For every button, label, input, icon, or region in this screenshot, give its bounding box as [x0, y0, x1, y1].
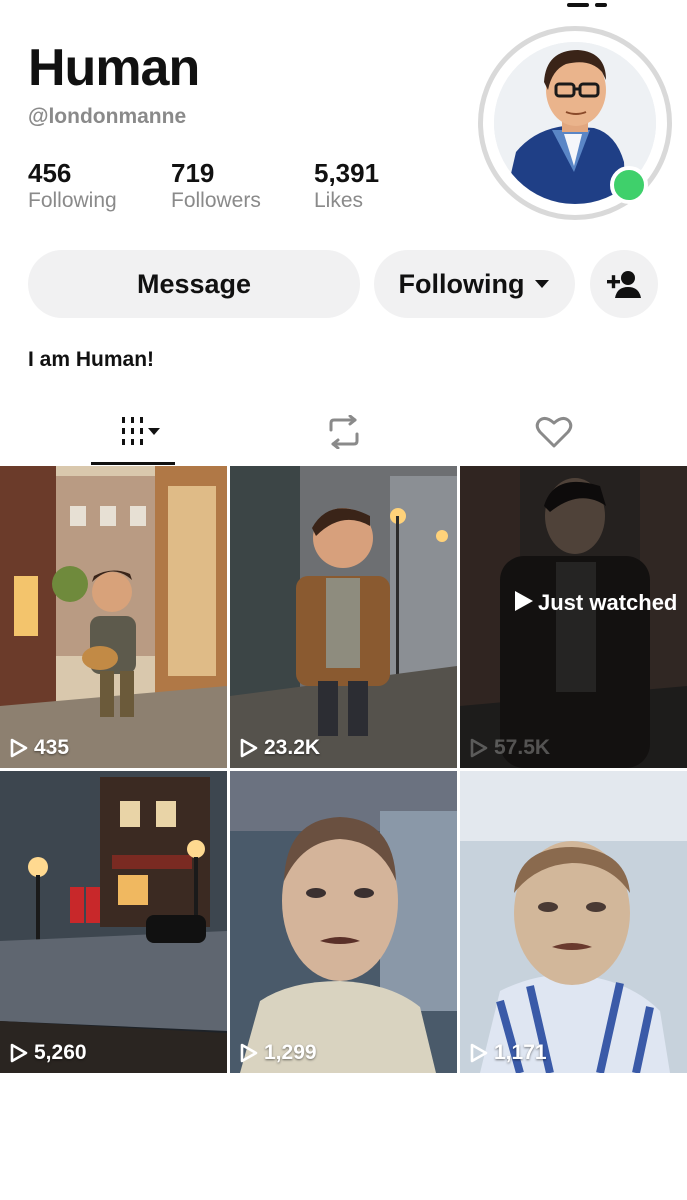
stat-value: 456 — [28, 158, 72, 188]
stat-label: Followers — [171, 189, 261, 212]
repost-icon — [329, 415, 359, 449]
view-count: 5,260 — [10, 1041, 87, 1065]
video-thumbnail[interactable]: 1,299 — [230, 771, 457, 1073]
active-tab-indicator — [91, 462, 175, 465]
stat-value: 5,391 — [314, 158, 380, 188]
view-count: 1,299 — [240, 1041, 317, 1065]
tab-liked[interactable] — [512, 410, 596, 454]
following-dropdown-button[interactable]: Following — [374, 250, 575, 318]
play-outline-icon — [470, 1043, 488, 1063]
stat-value: 719 — [171, 158, 215, 188]
play-outline-icon — [240, 1043, 258, 1063]
view-count: 57.5K — [470, 736, 550, 760]
play-outline-icon — [10, 738, 28, 758]
view-count: 1,171 — [470, 1041, 547, 1065]
online-status-dot — [610, 166, 648, 204]
message-button-label: Message — [136, 268, 252, 299]
video-thumbnail[interactable]: 435 — [0, 466, 227, 768]
play-outline-icon — [10, 1043, 28, 1063]
profile-name: Human — [28, 39, 200, 97]
grid-dropdown-icon — [122, 417, 160, 445]
heart-outline-icon — [535, 416, 573, 448]
following-button-label: Following — [398, 268, 525, 299]
tab-videos[interactable] — [91, 410, 175, 454]
stat-followers[interactable]: 719 Followers — [171, 158, 261, 214]
profile-handle: @londonmanne — [28, 105, 187, 128]
play-outline-icon — [470, 738, 488, 758]
message-button[interactable]: Message — [28, 250, 360, 318]
stat-likes[interactable]: 5,391 Likes — [314, 158, 379, 214]
video-thumbnail[interactable]: 23.2K — [230, 466, 457, 768]
video-thumbnail[interactable]: 5,260 — [0, 771, 227, 1073]
caret-down-icon — [535, 280, 550, 288]
stat-following[interactable]: 456 Following — [28, 158, 117, 214]
status-bar-fragment — [567, 0, 647, 7]
tab-reposts[interactable] — [302, 410, 386, 454]
video-thumbnail[interactable]: 1,171 — [460, 771, 687, 1073]
view-count: 23.2K — [240, 736, 320, 760]
stat-label: Likes — [314, 189, 364, 212]
play-outline-icon — [240, 738, 258, 758]
profile-bio: I am Human! — [28, 348, 155, 371]
just-watched-label: Just watched — [515, 590, 677, 616]
stat-label: Following — [28, 189, 117, 212]
add-friend-button[interactable] — [590, 250, 658, 318]
view-count: 435 — [10, 736, 69, 760]
video-thumbnail-watched[interactable]: Just watched 57.5K — [460, 466, 687, 768]
add-user-icon — [607, 271, 641, 298]
